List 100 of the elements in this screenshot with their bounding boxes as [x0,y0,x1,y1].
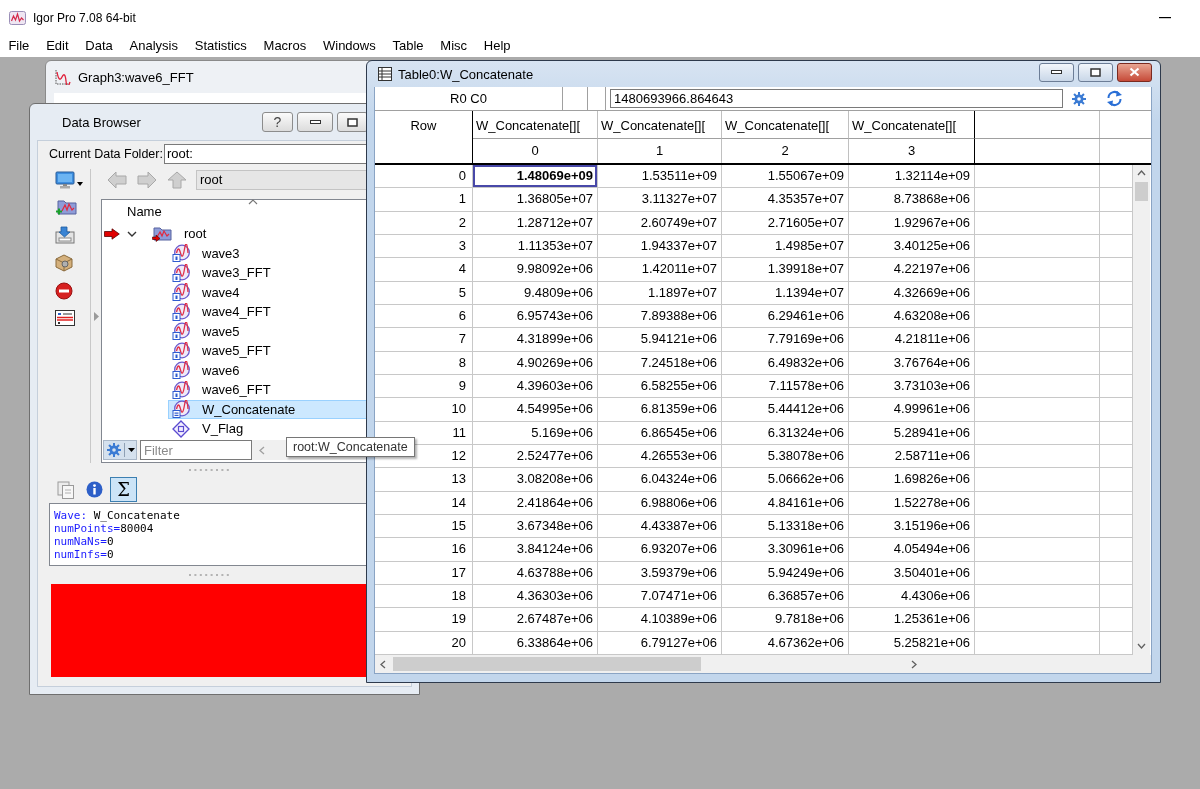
settings-icon[interactable] [1072,91,1086,106]
table-cell[interactable]: 3.76764e+06 [849,351,975,375]
table-cell[interactable]: 2.67487e+06 [473,608,598,632]
table-cell[interactable]: 6.33864e+06 [473,631,598,655]
close-button[interactable] [1117,62,1152,82]
table-cell[interactable]: 9.98092e+06 [473,258,598,282]
caret-icon[interactable] [77,182,83,186]
path-field[interactable]: root [196,170,368,190]
tree-item[interactable]: wave4_FFT [168,302,367,322]
column-header[interactable]: Name [127,203,162,219]
tree-item[interactable]: wave6_FFT [168,380,367,400]
menu-item[interactable]: Macros [255,36,315,56]
table-cell[interactable]: 1.48069e+09 [473,165,598,189]
table-cell[interactable]: 6.95743e+06 [473,304,598,329]
table-cell[interactable]: 1.28712e+07 [473,211,598,235]
table-cell[interactable]: 2.71605e+07 [722,211,849,235]
table-cell[interactable]: 2.41864e+06 [473,491,598,515]
menu-item[interactable]: Edit [37,36,77,56]
minimize-button[interactable] [1039,62,1074,82]
minimize-icon[interactable] [1159,16,1171,19]
table-cell[interactable]: 1.1897e+07 [598,281,722,305]
tree-item[interactable]: root [148,224,367,244]
menu-item[interactable]: Table [384,36,432,56]
table-cell[interactable]: 4.63788e+06 [473,561,598,585]
menu-item[interactable]: Windows [314,36,385,56]
monitor-icon[interactable] [55,171,75,189]
tree-item[interactable]: wave6 [168,360,367,380]
column-index[interactable]: 0 [473,139,598,163]
scroll-up-icon[interactable] [1137,170,1146,176]
chevron-icon[interactable] [127,230,137,237]
table-cell[interactable]: 2.52477e+06 [473,444,598,469]
table-cell[interactable]: 6.04324e+06 [598,468,722,492]
tree-item[interactable]: W_Concatenate [168,399,367,419]
column-index[interactable]: 3 [849,139,975,163]
minimize-button[interactable] [297,112,333,132]
table-cell[interactable]: 1.39918e+07 [722,258,849,282]
package-icon[interactable] [55,254,73,272]
table-cell[interactable]: 6.98806e+06 [598,491,722,515]
table-cell[interactable]: 2.60749e+07 [598,211,722,235]
table-cell[interactable]: 4.67362e+06 [722,631,849,655]
table-cell[interactable]: 4.36303e+06 [473,584,598,609]
tree-item[interactable]: wave5 [168,321,367,341]
table-cell[interactable]: 1.32114e+09 [849,165,975,189]
column-header[interactable]: W_Concatenate[][ [849,111,975,139]
menu-item[interactable]: File [0,36,38,56]
table-cell[interactable]: 9.4809e+06 [473,281,598,305]
table-cell[interactable]: 6.31324e+06 [722,421,849,445]
scroll-thumb[interactable] [393,657,701,671]
table-cell[interactable]: 6.79127e+06 [598,631,722,655]
table-cell[interactable]: 3.11327e+07 [598,188,722,212]
table-cell[interactable]: 7.89388e+06 [598,304,722,329]
statistics-tab[interactable]: Σ [110,477,137,502]
table-cell[interactable]: 1.94337e+07 [598,235,722,259]
graph-folder-icon[interactable] [55,199,77,216]
vertical-scrollbar[interactable] [1133,165,1150,655]
folder-field[interactable]: root: [163,144,368,164]
table-cell[interactable]: 1.52278e+06 [849,491,975,515]
table-cell[interactable]: 3.59379e+06 [598,561,722,585]
tree-item[interactable]: V_Flag [168,419,367,439]
table-cell[interactable]: 1.1394e+07 [722,281,849,305]
scroll-left-icon[interactable] [380,659,386,669]
refresh-icon[interactable] [1106,90,1123,107]
scroll-thumb[interactable] [1135,182,1148,201]
menu-item[interactable]: Statistics [186,36,256,56]
column-index[interactable]: 2 [722,139,849,163]
table-cell[interactable]: 9.7818e+06 [722,608,849,632]
table-cell[interactable]: 1.53511e+09 [598,165,722,189]
tree-item[interactable]: wave5_FFT [168,341,367,361]
help-button[interactable]: ? [262,112,293,132]
expand-triangle-icon[interactable] [93,311,99,321]
table-cell[interactable]: 5.94121e+06 [598,328,722,352]
table-cell[interactable]: 3.50401e+06 [849,561,975,585]
table-cell[interactable]: 3.08208e+06 [473,468,598,492]
table-cell[interactable]: 8.73868e+06 [849,188,975,212]
table-cell[interactable]: 5.28941e+06 [849,421,975,445]
table-cell[interactable]: 4.05494e+06 [849,538,975,562]
tree-item[interactable]: wave4 [168,282,367,302]
table-cell[interactable]: 1.25361e+06 [849,608,975,632]
column-index[interactable]: 1 [598,139,722,163]
table-cell[interactable]: 1.92967e+06 [849,211,975,235]
table-cell[interactable]: 5.25821e+06 [849,631,975,655]
table-cell[interactable]: 4.4306e+06 [849,584,975,609]
table-cell[interactable]: 3.40125e+06 [849,235,975,259]
scroll-down-icon[interactable] [1137,643,1146,649]
table-cell[interactable]: 5.38078e+06 [722,444,849,469]
table-cell[interactable]: 4.84161e+06 [722,491,849,515]
table-cell[interactable]: 3.67348e+06 [473,514,598,539]
table-cell[interactable]: 1.69826e+06 [849,468,975,492]
table-cell[interactable]: 4.10389e+06 [598,608,722,632]
table-cell[interactable]: 1.4985e+07 [722,235,849,259]
table-cell[interactable]: 5.13318e+06 [722,514,849,539]
table-cell[interactable]: 3.73103e+06 [849,374,975,399]
table-cell[interactable]: 5.169e+06 [473,421,598,445]
table-cell[interactable]: 6.58255e+06 [598,374,722,399]
table-cell[interactable]: 4.35357e+07 [722,188,849,212]
value-field[interactable]: 1480693966.864643 [610,89,1063,108]
table-cell[interactable]: 4.26553e+06 [598,444,722,469]
menu-item[interactable]: Data [76,36,122,56]
table-cell[interactable]: 4.90269e+06 [473,351,598,375]
maximize-button[interactable] [337,112,368,132]
